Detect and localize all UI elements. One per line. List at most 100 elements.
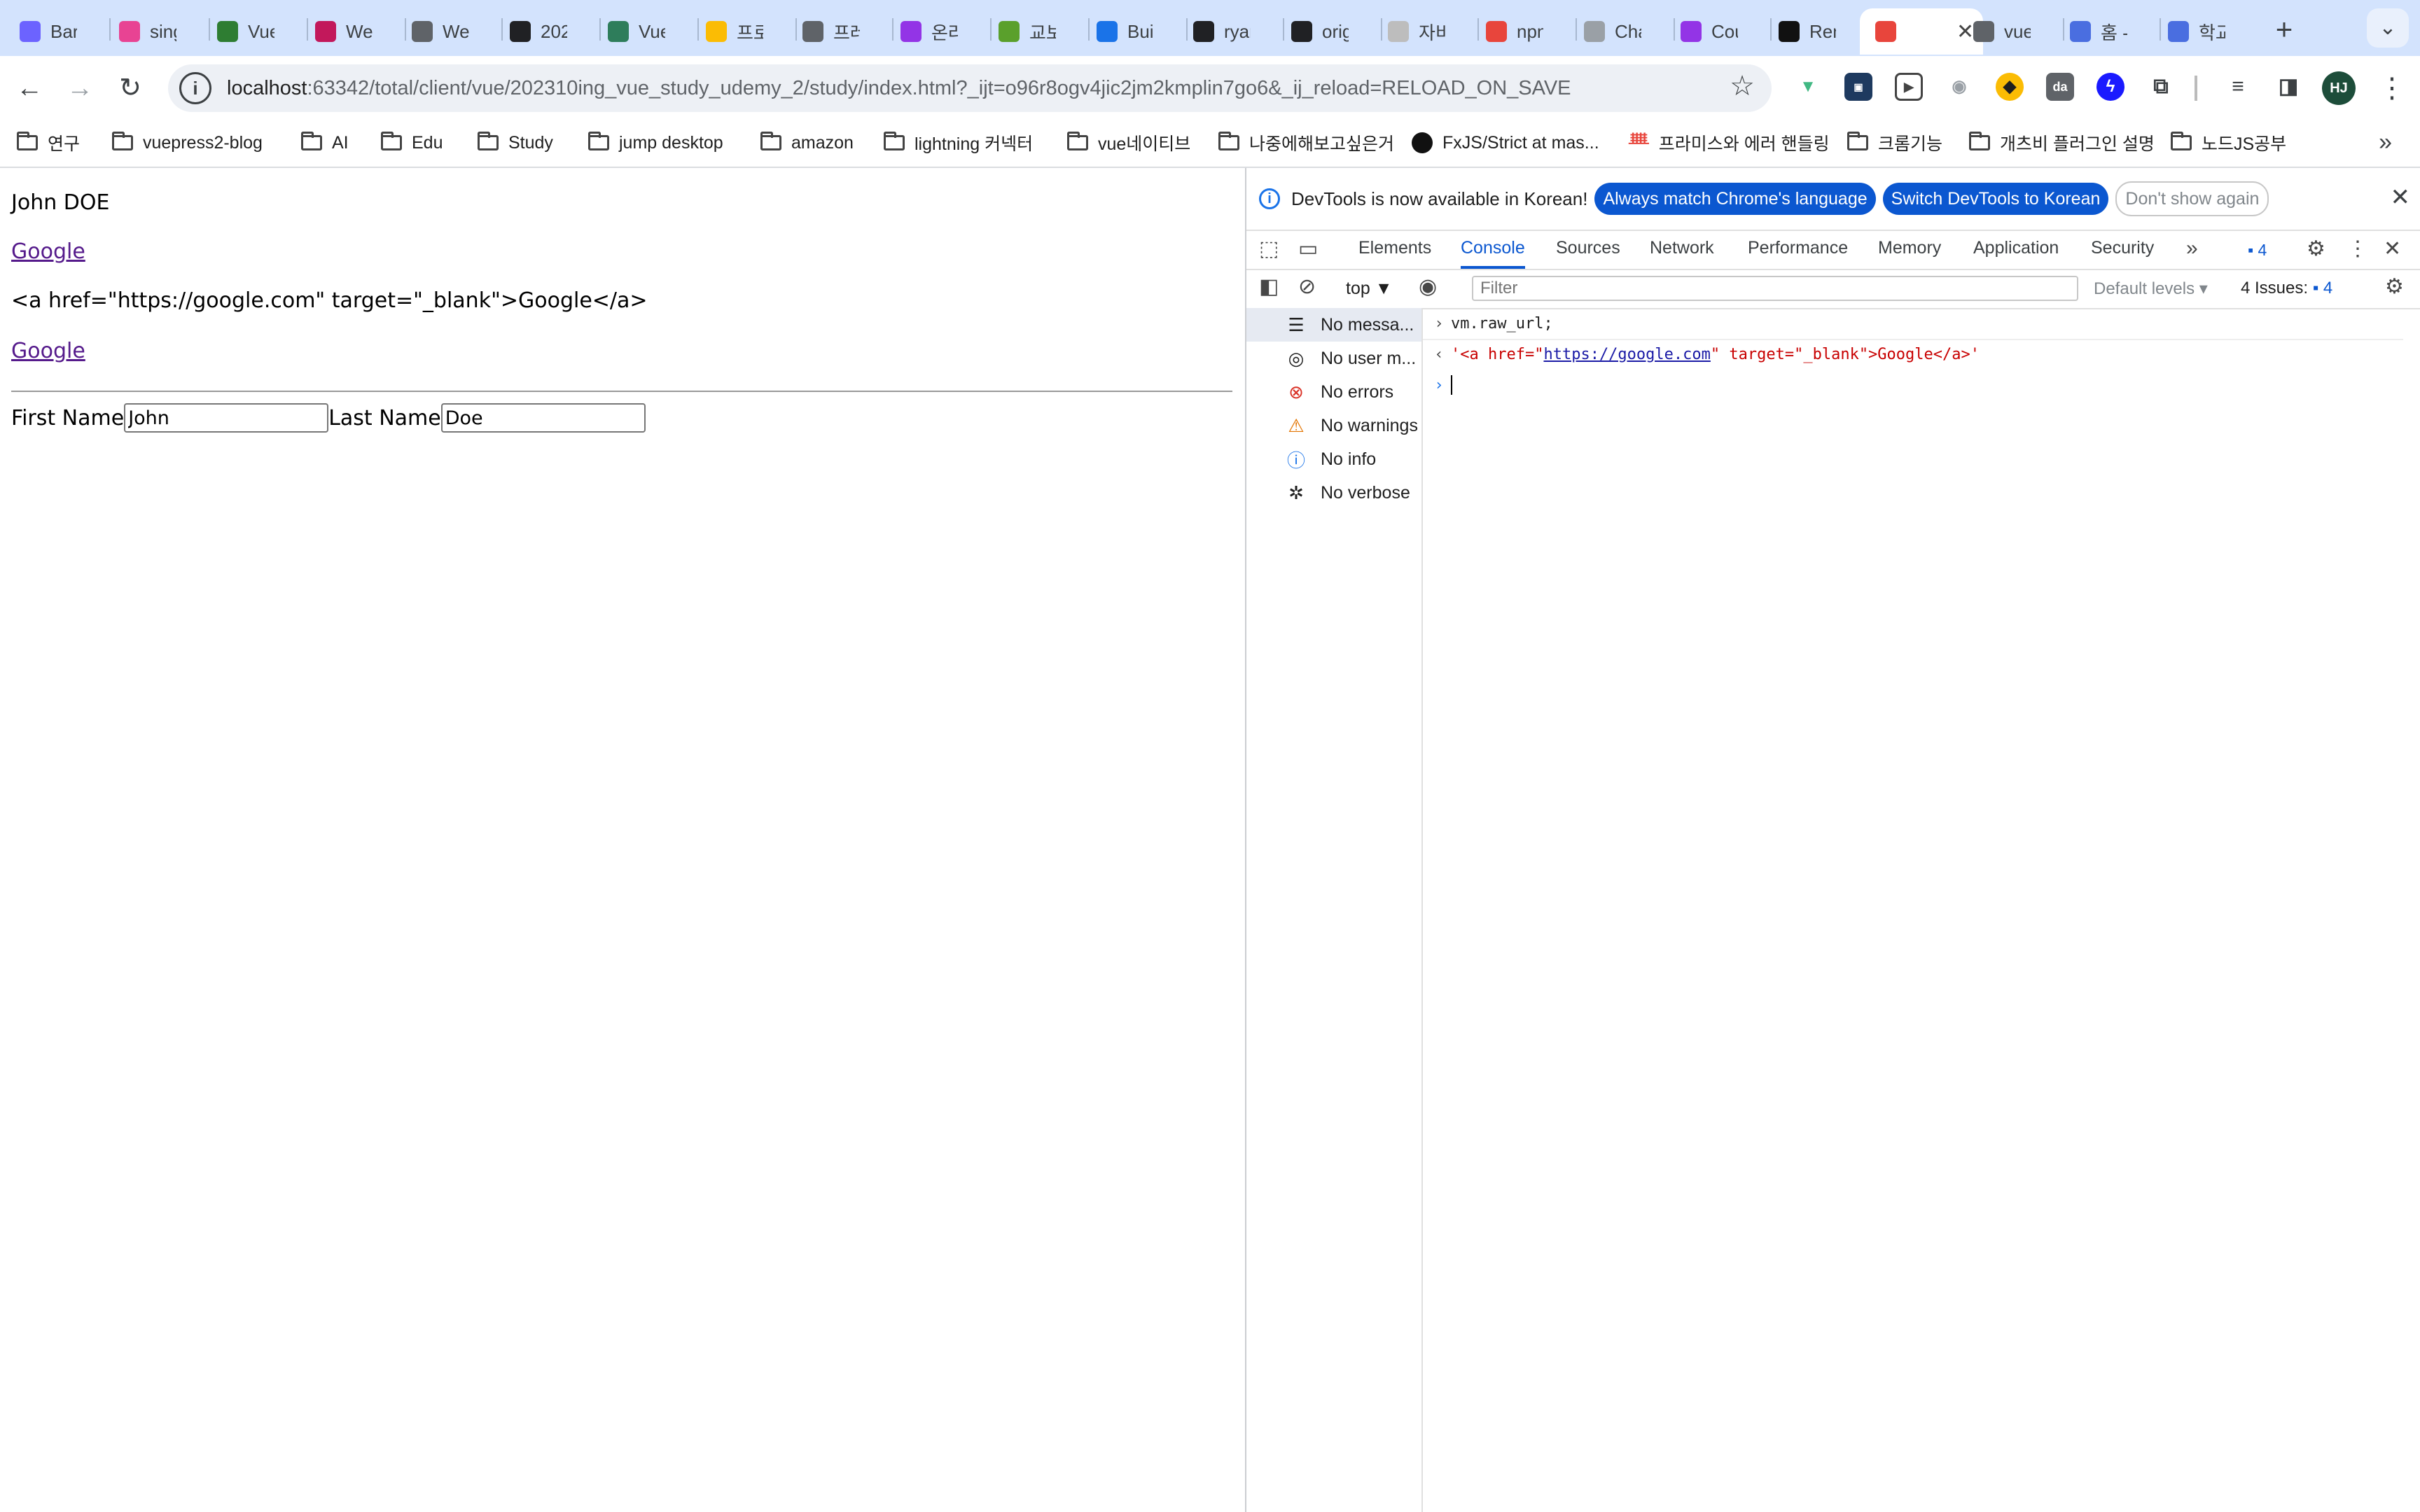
browser-tab[interactable]: sing	[104, 8, 197, 55]
bookmark-item[interactable]: FxJS/Strict at mas...	[1412, 129, 1599, 157]
last-name-input[interactable]	[440, 403, 646, 433]
sidebar-item-warnings[interactable]: ⚠ No warnings	[1246, 409, 1421, 442]
tab-search-button[interactable]: ⌄	[2367, 8, 2409, 48]
browser-tab[interactable]: Barc	[4, 8, 98, 55]
dont-show-again-button[interactable]: Don't show again	[2115, 181, 2269, 216]
browser-tab[interactable]: 온라	[885, 8, 979, 55]
da-extension-icon[interactable]: da	[2046, 73, 2074, 101]
browser-tab[interactable]: Web	[300, 8, 394, 55]
tab-elements[interactable]: Elements	[1358, 238, 1431, 269]
new-tab-button[interactable]: +	[2262, 7, 2307, 52]
console-prompt-line[interactable]: ›	[1423, 370, 2403, 400]
bookmark-star-icon[interactable]: ☆	[1730, 70, 1755, 102]
tab-security[interactable]: Security	[2091, 238, 2154, 269]
tab-memory[interactable]: Memory	[1878, 238, 1941, 269]
browser-tab[interactable]: Cou	[1665, 8, 1759, 55]
log-levels-dropdown[interactable]: Default levels ▾	[2094, 279, 2208, 299]
issues-badge[interactable]: ▪ 4	[2248, 241, 2267, 260]
more-tabs-icon[interactable]: »	[2186, 237, 2198, 260]
device-toolbar-icon[interactable]: ▭	[1298, 237, 1318, 261]
google-link-2[interactable]: Google	[11, 339, 85, 363]
infobar-message: DevTools is now available in Korean!	[1291, 188, 1588, 209]
context-selector[interactable]: top ▼	[1346, 279, 1392, 299]
browser-tab[interactable]: Vue	[202, 8, 295, 55]
bookmark-folder[interactable]: amazon	[760, 129, 854, 157]
camera-extension-icon[interactable]: ◉	[1945, 73, 1973, 101]
browser-tab[interactable]: 프로	[690, 8, 784, 55]
console-settings-icon[interactable]: ⚙	[2385, 274, 2404, 299]
browser-tab[interactable]: Cha	[1569, 8, 1662, 55]
bookmark-folder[interactable]: 개츠비 플러그인 설명	[1969, 129, 2155, 157]
close-icon[interactable]: ✕	[2391, 183, 2411, 211]
bookmarks-overflow-icon[interactable]: »	[2379, 129, 2392, 156]
side-panel-icon[interactable]: ◨	[2274, 73, 2302, 101]
bookmark-folder[interactable]: 연구	[17, 129, 80, 157]
media-extension-icon[interactable]: ▶	[1895, 73, 1923, 101]
bookmark-folder[interactable]: lightning 커넥터	[884, 129, 1033, 157]
console-output[interactable]: › vm.raw_url; ‹ ' <a href=" https://google…	[1423, 308, 2420, 1512]
google-link-1[interactable]: Google	[11, 239, 85, 264]
tab-application[interactable]: Application	[1973, 238, 2059, 269]
forward-button[interactable]: →	[60, 69, 99, 108]
browser-tab[interactable]: Ren	[1763, 8, 1857, 55]
bookmark-folder[interactable]: 노드JS공부	[2171, 129, 2286, 157]
browser-tab[interactable]: Buil	[1081, 8, 1175, 55]
tab-console[interactable]: Console	[1461, 238, 1525, 269]
bookmark-folder[interactable]: vue네이티브	[1067, 129, 1190, 157]
jump-desktop-extension-icon[interactable]: ▣	[1844, 73, 1872, 101]
bookmark-item[interactable]: ᚙ 프라미스와 에러 핸들링	[1629, 129, 1830, 157]
bookmark-folder[interactable]: 나중에해보고싶은거	[1218, 129, 1394, 157]
sidebar-item-errors[interactable]: ⊗ No errors	[1246, 375, 1421, 409]
close-devtools-icon[interactable]: ✕	[2384, 237, 2401, 261]
bookmark-folder[interactable]: Study	[478, 129, 553, 157]
browser-tab[interactable]: 프레	[787, 8, 881, 55]
switch-korean-button[interactable]: Switch DevTools to Korean	[1882, 183, 2109, 215]
browser-tab[interactable]: orig	[1276, 8, 1370, 55]
browser-tab[interactable]: 교보	[983, 8, 1077, 55]
browser-tab[interactable]: ryan	[1178, 8, 1272, 55]
address-bar[interactable]: i localhost:63342/total/client/vue/20231…	[168, 64, 1772, 112]
console-filter-input[interactable]	[1472, 276, 2078, 301]
more-options-icon[interactable]: ⋮	[2347, 237, 2368, 261]
browser-tab[interactable]: Web	[396, 8, 490, 55]
bolt-extension-icon[interactable]: ϟ	[2096, 73, 2125, 101]
bookmark-folder[interactable]: AI	[301, 129, 349, 157]
tab-network[interactable]: Network	[1650, 238, 1714, 269]
live-expression-eye-icon[interactable]: ◉	[1419, 274, 1437, 299]
bookmark-folder[interactable]: 크롬기능	[1847, 129, 1942, 157]
tab-sources[interactable]: Sources	[1556, 238, 1620, 269]
sidebar-item-messages[interactable]: ☰ No messa...	[1246, 308, 1421, 342]
inspect-element-icon[interactable]: ⬚	[1259, 237, 1279, 261]
issues-counter[interactable]: 4 Issues: ▪ 4	[2241, 279, 2332, 298]
browser-tab[interactable]: vue	[1958, 8, 2052, 55]
media-controls-icon[interactable]: ≡	[2224, 73, 2252, 101]
browser-tab[interactable]: 자비	[1372, 8, 1466, 55]
vue-devtools-extension-icon[interactable]: ▼	[1794, 73, 1822, 101]
first-name-input[interactable]	[124, 403, 329, 433]
extensions-puzzle-icon[interactable]: ⧉	[2147, 73, 2175, 101]
bookmark-folder[interactable]: Edu	[381, 129, 443, 157]
match-language-button[interactable]: Always match Chrome's language	[1594, 183, 1876, 215]
site-info-icon[interactable]: i	[179, 72, 211, 104]
url-text[interactable]: localhost:63342/total/client/vue/202310i…	[227, 77, 1571, 100]
sidebar-item-info[interactable]: ⓘ No info	[1246, 442, 1421, 476]
bookmark-folder[interactable]: jump desktop	[588, 129, 723, 157]
back-button[interactable]: ←	[10, 69, 49, 108]
result-url-link[interactable]: https://google.com	[1543, 346, 1710, 363]
browser-tab[interactable]: Vue	[592, 8, 686, 55]
settings-gear-icon[interactable]: ⚙	[2307, 237, 2325, 261]
sidebar-toggle-icon[interactable]: ◧	[1259, 274, 1279, 299]
sidebar-item-user-messages[interactable]: ◎ No user m...	[1246, 342, 1421, 375]
chrome-menu-icon[interactable]: ⋮	[2378, 69, 2406, 108]
browser-tab[interactable]: 홈 -	[2054, 8, 2148, 55]
bookmark-folder[interactable]: vuepress2-blog	[112, 129, 263, 157]
profile-avatar[interactable]: HJ	[2322, 71, 2356, 105]
tab-performance[interactable]: Performance	[1748, 238, 1848, 269]
browser-tab[interactable]: 학교	[2153, 8, 2246, 55]
binance-extension-icon[interactable]: ◆	[1996, 73, 2024, 101]
reload-button[interactable]: ↻	[111, 69, 150, 108]
browser-tab[interactable]: 202	[494, 8, 588, 55]
sidebar-item-verbose[interactable]: ✲ No verbose	[1246, 476, 1421, 510]
clear-console-icon[interactable]: ⊘	[1298, 274, 1316, 299]
browser-tab[interactable]: npn	[1470, 8, 1564, 55]
